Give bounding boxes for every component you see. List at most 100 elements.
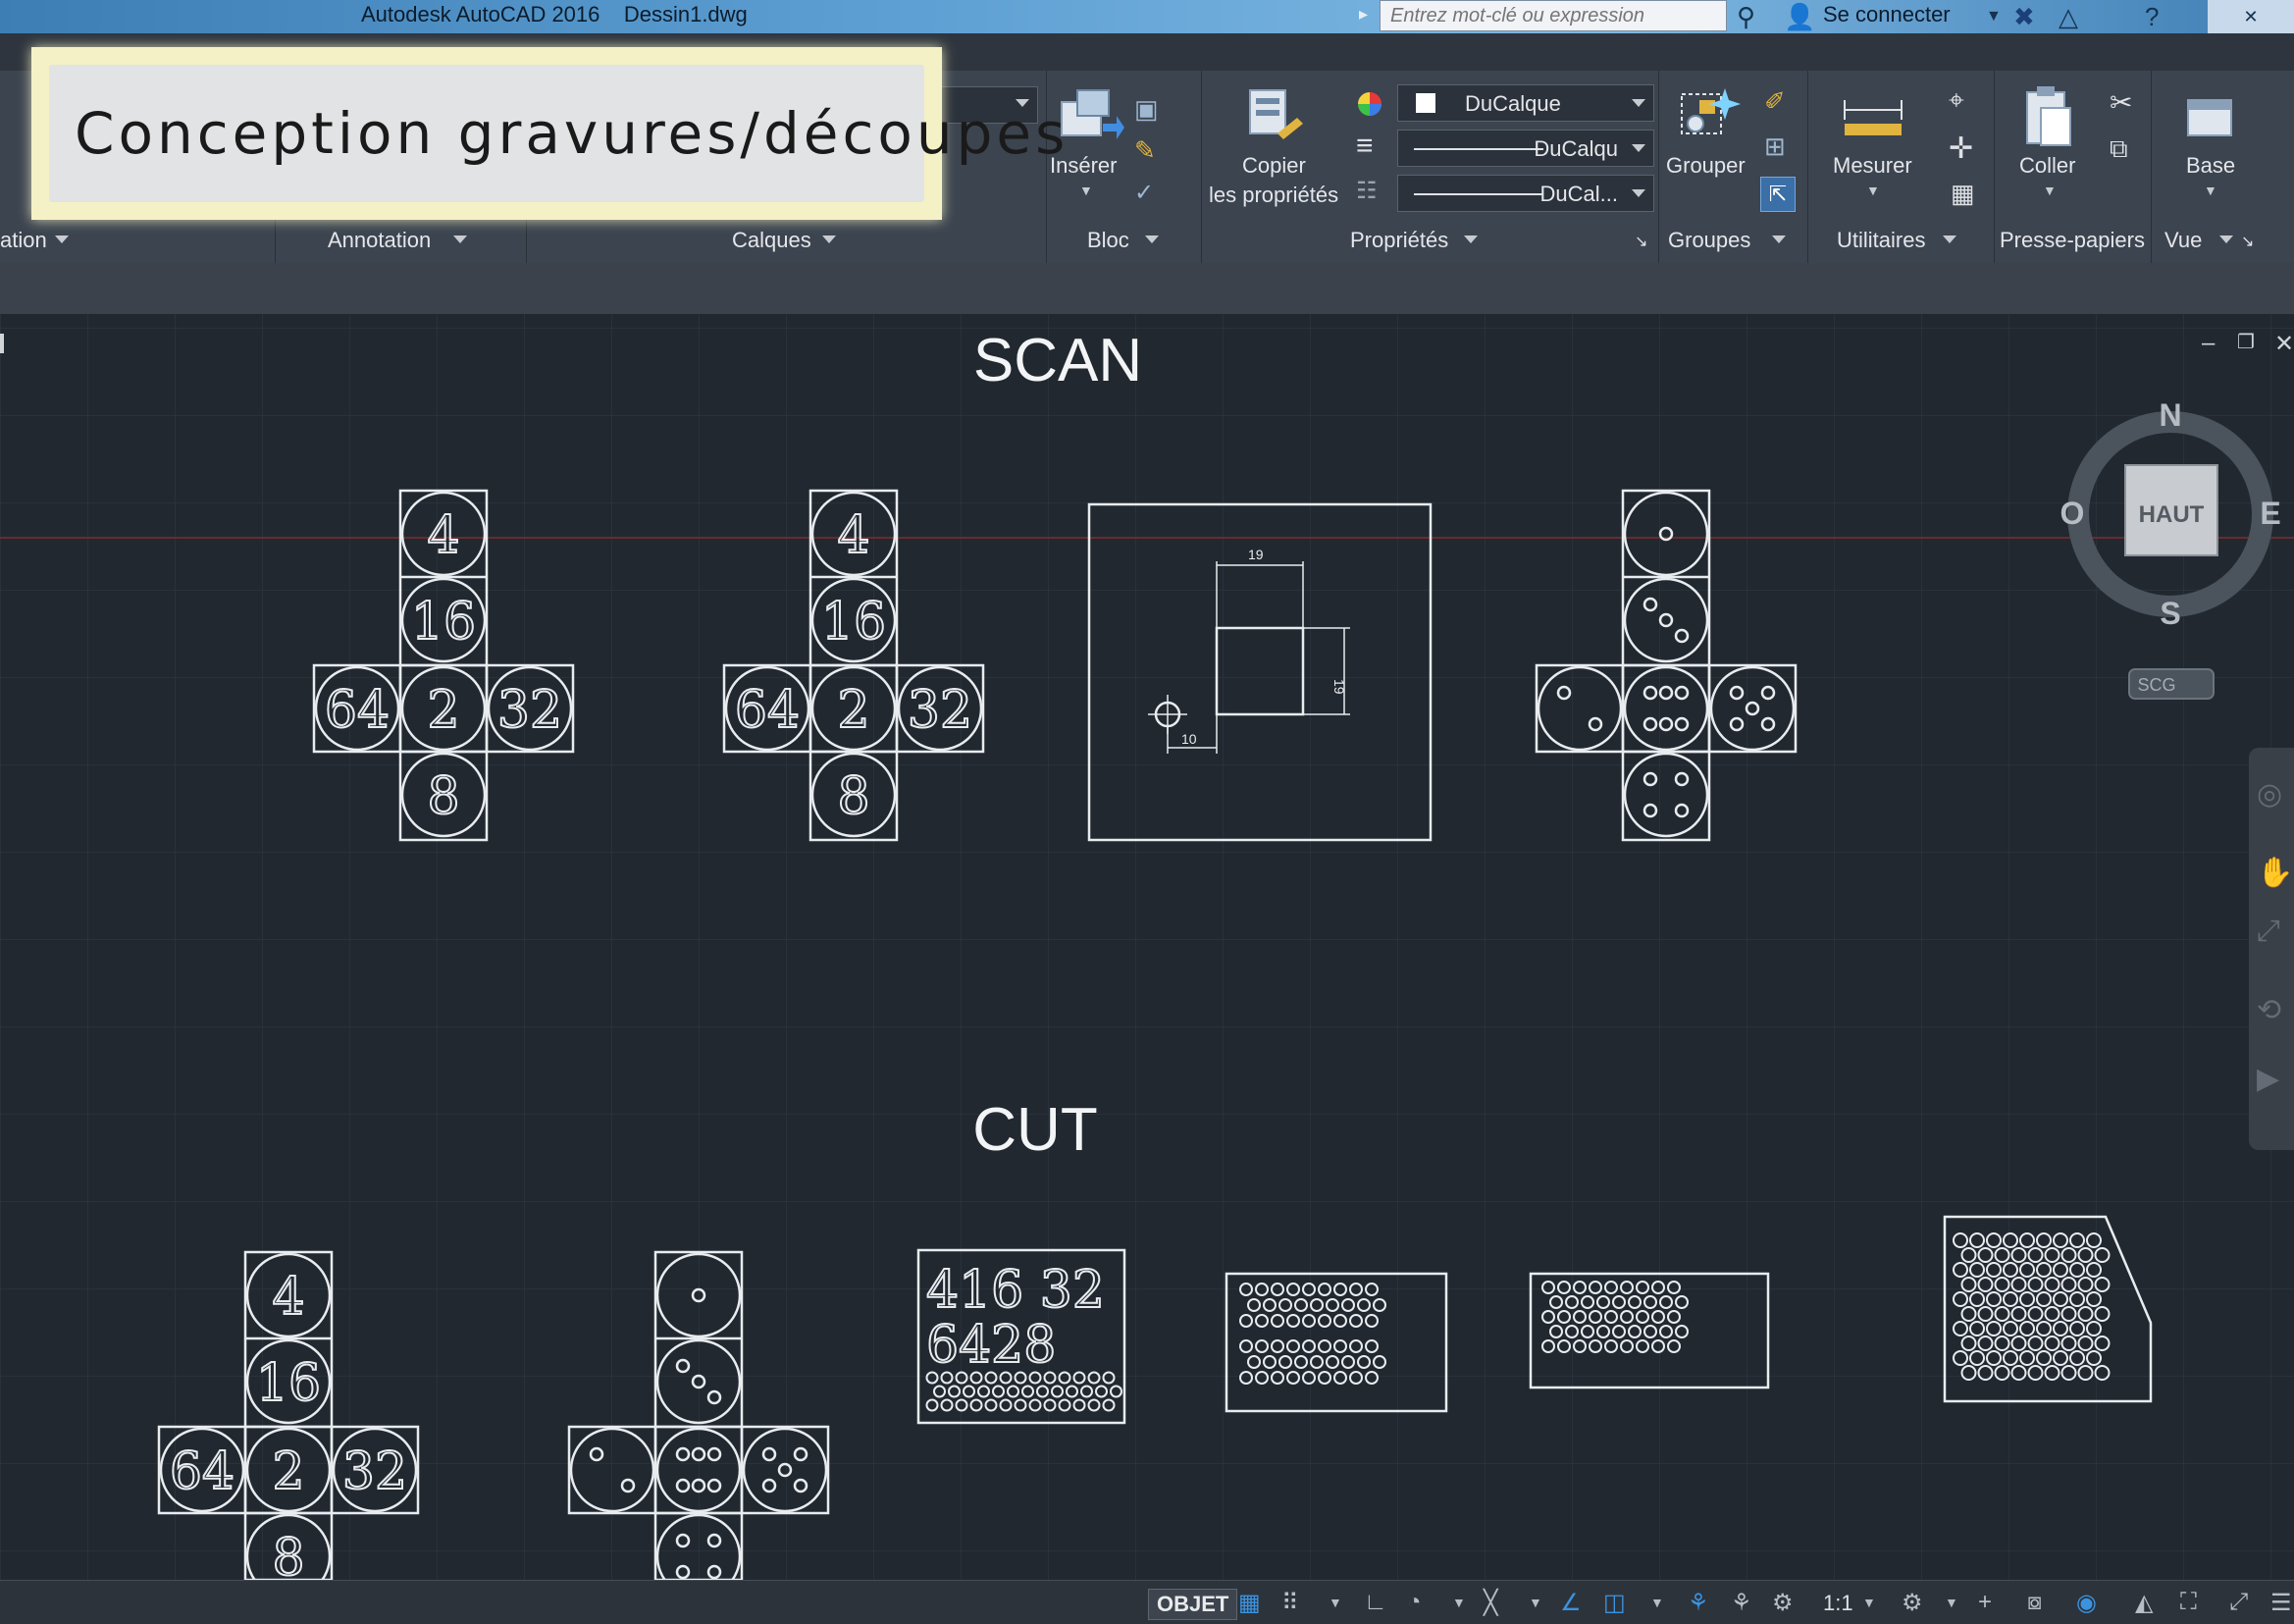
chevron-down-icon — [55, 236, 69, 243]
group-edit-icon[interactable]: ⊞ — [1764, 131, 1786, 162]
base-view-icon[interactable] — [2184, 96, 2235, 139]
expand-arrow-icon[interactable]: ▸ — [1359, 4, 1368, 25]
match-properties-icon[interactable] — [1246, 86, 1305, 153]
edit-block-icon[interactable]: ✎ — [1134, 135, 1156, 166]
copy-properties-label-2[interactable]: les propriétés — [1209, 183, 1338, 208]
window-controls-icon[interactable]: ✕ — [2208, 0, 2294, 33]
point-id-icon[interactable]: ✛ — [1949, 131, 1973, 166]
exchange-icon[interactable]: ✖ — [2013, 2, 2035, 32]
orbit-icon[interactable]: ⟲ — [2257, 993, 2281, 1027]
face-label: 32 — [342, 1442, 407, 1501]
pan-icon[interactable]: ✋ — [2257, 856, 2293, 890]
isodraft-icon[interactable]: ╳ — [1484, 1589, 1497, 1617]
panel-label-presse-papiers[interactable]: Presse-papiers — [2000, 228, 2145, 253]
copy-icon[interactable]: ⧉ — [2110, 133, 2128, 165]
help-icon[interactable]: ? — [2145, 2, 2159, 32]
chevron-down-icon[interactable]: ▼ — [1986, 8, 2002, 26]
measure-button[interactable]: Mesurer — [1833, 153, 1912, 179]
restore-icon[interactable]: ❐ — [2237, 330, 2255, 354]
chevron-down-icon — [1632, 144, 1645, 152]
group-icon[interactable] — [1678, 84, 1741, 147]
grid-display-icon[interactable]: ▦ — [1238, 1589, 1261, 1617]
auto-scale-icon[interactable]: ⚘ — [1731, 1589, 1752, 1617]
annotation-scale-icon[interactable]: ⚙ — [1772, 1589, 1794, 1617]
chevron-down-icon[interactable]: ▼ — [1452, 1595, 1466, 1610]
lineweight-dropdown[interactable]: DuCal... — [1397, 175, 1654, 212]
steering-wheel-icon[interactable]: ◎ — [2257, 777, 2282, 812]
paste-button[interactable]: Coller — [2019, 153, 2075, 179]
showmotion-icon[interactable]: ▶ — [2257, 1062, 2279, 1096]
panel-label-vue[interactable]: Vue — [2164, 228, 2202, 253]
panel-label-calques[interactable]: Calques — [732, 228, 811, 253]
create-block-icon[interactable]: ▣ — [1134, 94, 1159, 125]
calculator-icon[interactable]: ▦ — [1951, 179, 1975, 209]
plus-icon[interactable]: + — [1978, 1589, 1992, 1616]
chevron-down-icon[interactable]: ▼ — [1650, 1595, 1664, 1610]
close-icon[interactable]: ✕ — [2274, 330, 2294, 358]
group-button[interactable]: Grouper — [1666, 153, 1746, 179]
drawing-area[interactable]: SCAN CUT 4 16 64 2 32 8 4 16 64 2 32 8 4… — [0, 314, 2294, 1599]
user-icon[interactable]: 👤 — [1784, 2, 1815, 32]
face-label: 64 — [735, 681, 800, 740]
chevron-down-icon[interactable]: ▼ — [1329, 1595, 1342, 1610]
chevron-down-icon[interactable]: ▼ — [1945, 1595, 1958, 1610]
base-button[interactable]: Base — [2186, 153, 2235, 179]
viewport-marker — [0, 334, 4, 353]
block-attribute-icon[interactable]: ✓ — [1134, 179, 1154, 207]
search-input[interactable] — [1381, 1, 1726, 30]
dialog-launcher-icon[interactable]: ↘ — [1635, 232, 1647, 251]
autodesk-a360-icon[interactable]: △ — [2059, 2, 2078, 32]
dim-height: 19 — [1331, 679, 1347, 695]
compass-east[interactable]: E — [2260, 496, 2280, 531]
annotation-scale-value[interactable]: 1:1 — [1823, 1591, 1853, 1616]
face-label: 16 — [411, 593, 476, 652]
linetype-dropdown[interactable]: DuCalqu — [1397, 130, 1654, 167]
face-label: 4 — [427, 506, 459, 565]
color-wheel-icon[interactable] — [1356, 90, 1383, 118]
object-snap-icon[interactable]: ◫ — [1603, 1589, 1626, 1617]
clean-screen-icon[interactable]: ⛶ — [2180, 1589, 2197, 1616]
signin-button[interactable]: Se connecter — [1823, 2, 1951, 27]
cut-icon[interactable]: ✂ — [2110, 86, 2132, 119]
workspace-gear-icon[interactable]: ⚙ — [1902, 1589, 1923, 1617]
compass-south[interactable]: S — [2160, 596, 2180, 631]
color-dropdown[interactable]: DuCalque — [1397, 84, 1654, 122]
polar-tracking-icon[interactable]: ◔ — [1407, 1589, 1422, 1616]
copy-properties-label-1[interactable]: Copier — [1242, 153, 1306, 179]
isolate-objects-icon[interactable]: ◉ — [2076, 1589, 2097, 1617]
group-select-icon[interactable]: ⇱ — [1760, 177, 1796, 212]
customization-menu-icon[interactable]: ☰ — [2270, 1589, 2292, 1617]
model-space-button[interactable]: OBJET — [1148, 1589, 1238, 1620]
panel-label-groupes[interactable]: Groupes — [1668, 228, 1750, 253]
ungroup-icon[interactable]: ✐ — [1764, 86, 1786, 117]
object-snap-tracking-icon[interactable]: ∠ — [1560, 1589, 1582, 1617]
chevron-down-icon[interactable]: ▼ — [1862, 1595, 1876, 1610]
panel-label-modification[interactable]: ation — [0, 228, 47, 253]
paste-icon[interactable] — [2023, 84, 2074, 149]
ortho-icon[interactable]: ∟ — [1364, 1589, 1387, 1616]
compass-west[interactable]: O — [2060, 496, 2085, 531]
lineweight-icon[interactable]: ☷ — [1356, 177, 1378, 205]
linetype-icon[interactable]: ≡ — [1356, 130, 1374, 163]
dialog-launcher-icon[interactable]: ↘ — [2241, 232, 2254, 251]
units-icon[interactable]: ⧇ — [2027, 1589, 2042, 1616]
measure-icon[interactable] — [1841, 94, 1905, 139]
color-value: DuCalque — [1465, 91, 1561, 116]
compass-north[interactable]: N — [2159, 397, 2181, 433]
zoom-extents-icon[interactable]: ⤢ — [2257, 915, 2280, 948]
chevron-down-icon — [1772, 236, 1786, 243]
search-box[interactable] — [1380, 0, 1727, 31]
quick-select-icon[interactable]: ⌖ — [1949, 84, 1964, 117]
binoculars-icon[interactable]: ⚲ — [1737, 2, 1755, 32]
annotation-visibility-icon[interactable]: ⚘ — [1688, 1589, 1709, 1617]
fullscreen-icon[interactable]: ⤢ — [2229, 1589, 2248, 1616]
panel-label-bloc[interactable]: Bloc — [1087, 228, 1129, 253]
snap-mode-icon[interactable]: ⠿ — [1281, 1589, 1299, 1617]
panel-label-annotation[interactable]: Annotation — [328, 228, 431, 253]
minimize-icon[interactable]: – — [2202, 330, 2215, 357]
hardware-acceleration-icon[interactable]: ◭ — [2135, 1589, 2153, 1617]
face-label: 64 — [170, 1442, 235, 1501]
panel-label-proprietes[interactable]: Propriétés — [1350, 228, 1448, 253]
panel-label-utilitaires[interactable]: Utilitaires — [1837, 228, 1925, 253]
chevron-down-icon[interactable]: ▼ — [1529, 1595, 1542, 1610]
